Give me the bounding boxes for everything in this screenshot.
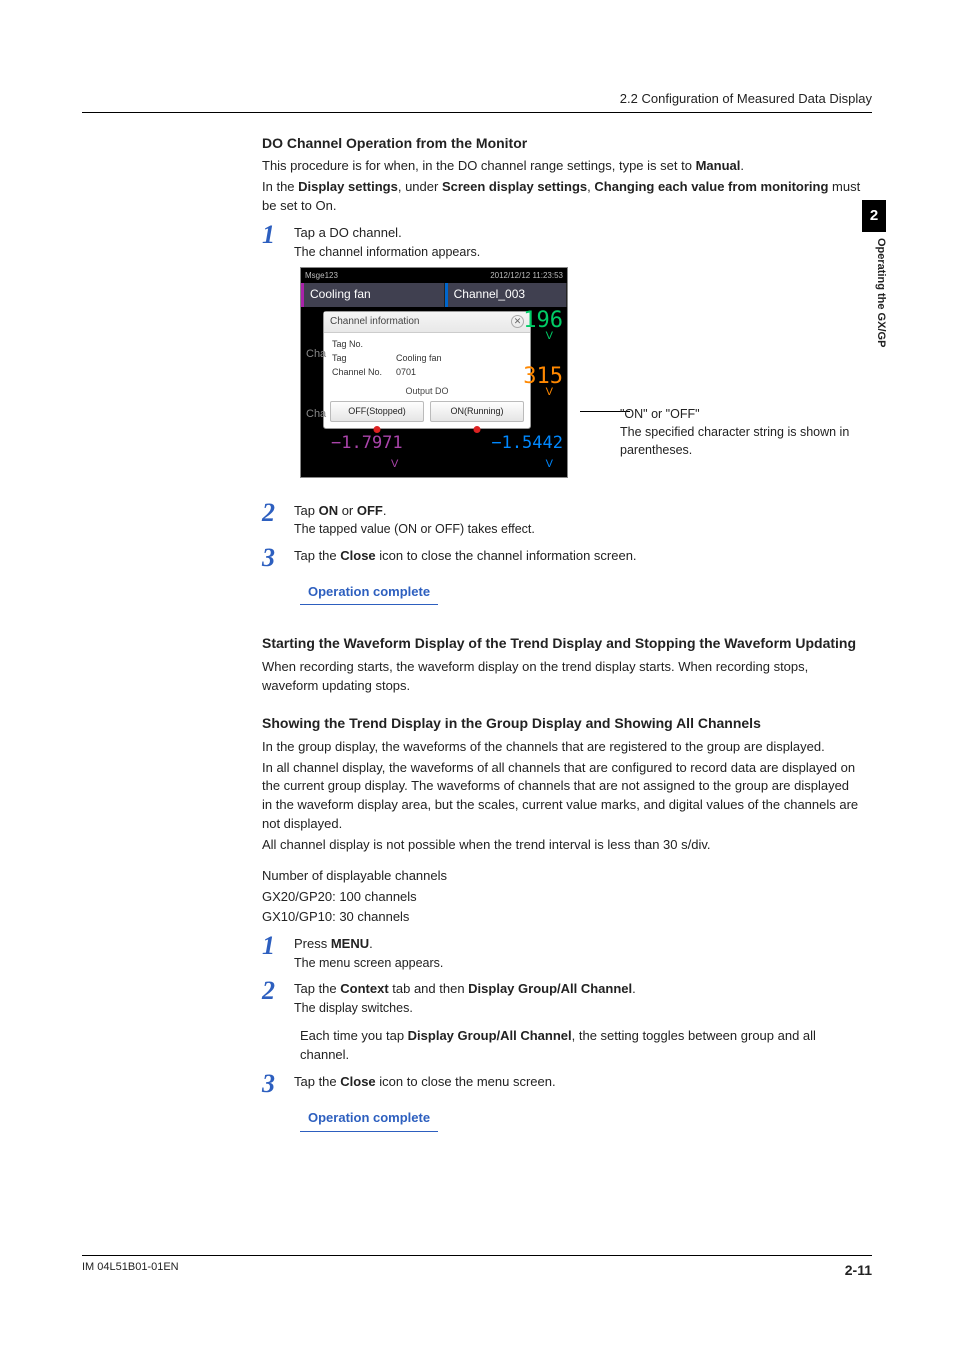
footer-page: 2-11 xyxy=(845,1260,872,1280)
s1-step1-text: Tap a DO channel. xyxy=(294,224,862,243)
s3-step3-text: Tap the Close icon to close the menu scr… xyxy=(294,1073,862,1092)
s2-body: When recording starts, the waveform disp… xyxy=(262,658,862,696)
s1-step2-text: Tap ON or OFF. xyxy=(294,502,862,521)
s3-p6: GX10/GP10: 30 channels xyxy=(262,908,862,927)
s3-p5: GX20/GP20: 100 channels xyxy=(262,888,862,907)
s3-step1-text: Press MENU. xyxy=(294,935,862,954)
s3-p3: All channel display is not possible when… xyxy=(262,836,862,855)
s3-p1: In the group display, the waveforms of t… xyxy=(262,738,862,757)
chapter-label: Operating the GX/GP xyxy=(872,238,888,347)
s1-step1-sub: The channel information appears. xyxy=(294,243,862,261)
footer-doc: IM 04L51B01-01EN xyxy=(82,1260,179,1280)
channel-label-b[interactable]: Channel_003 xyxy=(445,283,567,306)
s2-title: Starting the Waveform Display of the Tre… xyxy=(262,633,862,653)
channel-info-popup: Channel information ✕ Tag No. TagCooling… xyxy=(323,311,531,430)
s1-step2-num: 2 xyxy=(262,500,294,526)
close-icon[interactable]: ✕ xyxy=(511,315,524,328)
off-button[interactable]: OFF(Stopped) xyxy=(330,401,424,422)
s3-step1-sub: The menu screen appears. xyxy=(294,954,862,972)
operation-complete-1: Operation complete xyxy=(300,583,438,606)
s1-step1-num: 1 xyxy=(262,222,294,248)
s3-note: Each time you tap Display Group/All Chan… xyxy=(300,1027,862,1065)
s1-step3-text: Tap the Close icon to close the channel … xyxy=(294,547,862,566)
annotation-text: "ON" or "OFF" The specified character st… xyxy=(620,405,870,459)
device-screenshot: Msge123 2012/12/12 11:23:53 Cooling fan … xyxy=(300,267,570,478)
s1-step2-sub: The tapped value (ON or OFF) takes effec… xyxy=(294,520,862,538)
header-section-ref: 2.2 Configuration of Measured Data Displ… xyxy=(82,90,872,113)
s3-step2-text: Tap the Context tab and then Display Gro… xyxy=(294,980,862,999)
s3-p2: In all channel display, the waveforms of… xyxy=(262,759,862,834)
channel-label-a[interactable]: Cooling fan xyxy=(301,283,445,306)
on-button[interactable]: ON(Running) xyxy=(430,401,524,422)
s3-title: Showing the Trend Display in the Group D… xyxy=(262,713,862,733)
operation-complete-2: Operation complete xyxy=(300,1109,438,1132)
s3-step3-num: 3 xyxy=(262,1071,294,1097)
chapter-tab: 2 xyxy=(862,200,886,232)
s3-step2-sub: The display switches. xyxy=(294,999,862,1017)
s1-title: DO Channel Operation from the Monitor xyxy=(262,133,862,153)
s1-intro-2: In the Display settings, under Screen di… xyxy=(262,178,862,216)
s1-intro-1: This procedure is for when, in the DO ch… xyxy=(262,157,862,176)
s1-step3-num: 3 xyxy=(262,545,294,571)
s3-step2-num: 2 xyxy=(262,978,294,1004)
s3-step1-num: 1 xyxy=(262,933,294,959)
s3-p4: Number of displayable channels xyxy=(262,867,862,886)
indicator-dot xyxy=(474,426,481,433)
